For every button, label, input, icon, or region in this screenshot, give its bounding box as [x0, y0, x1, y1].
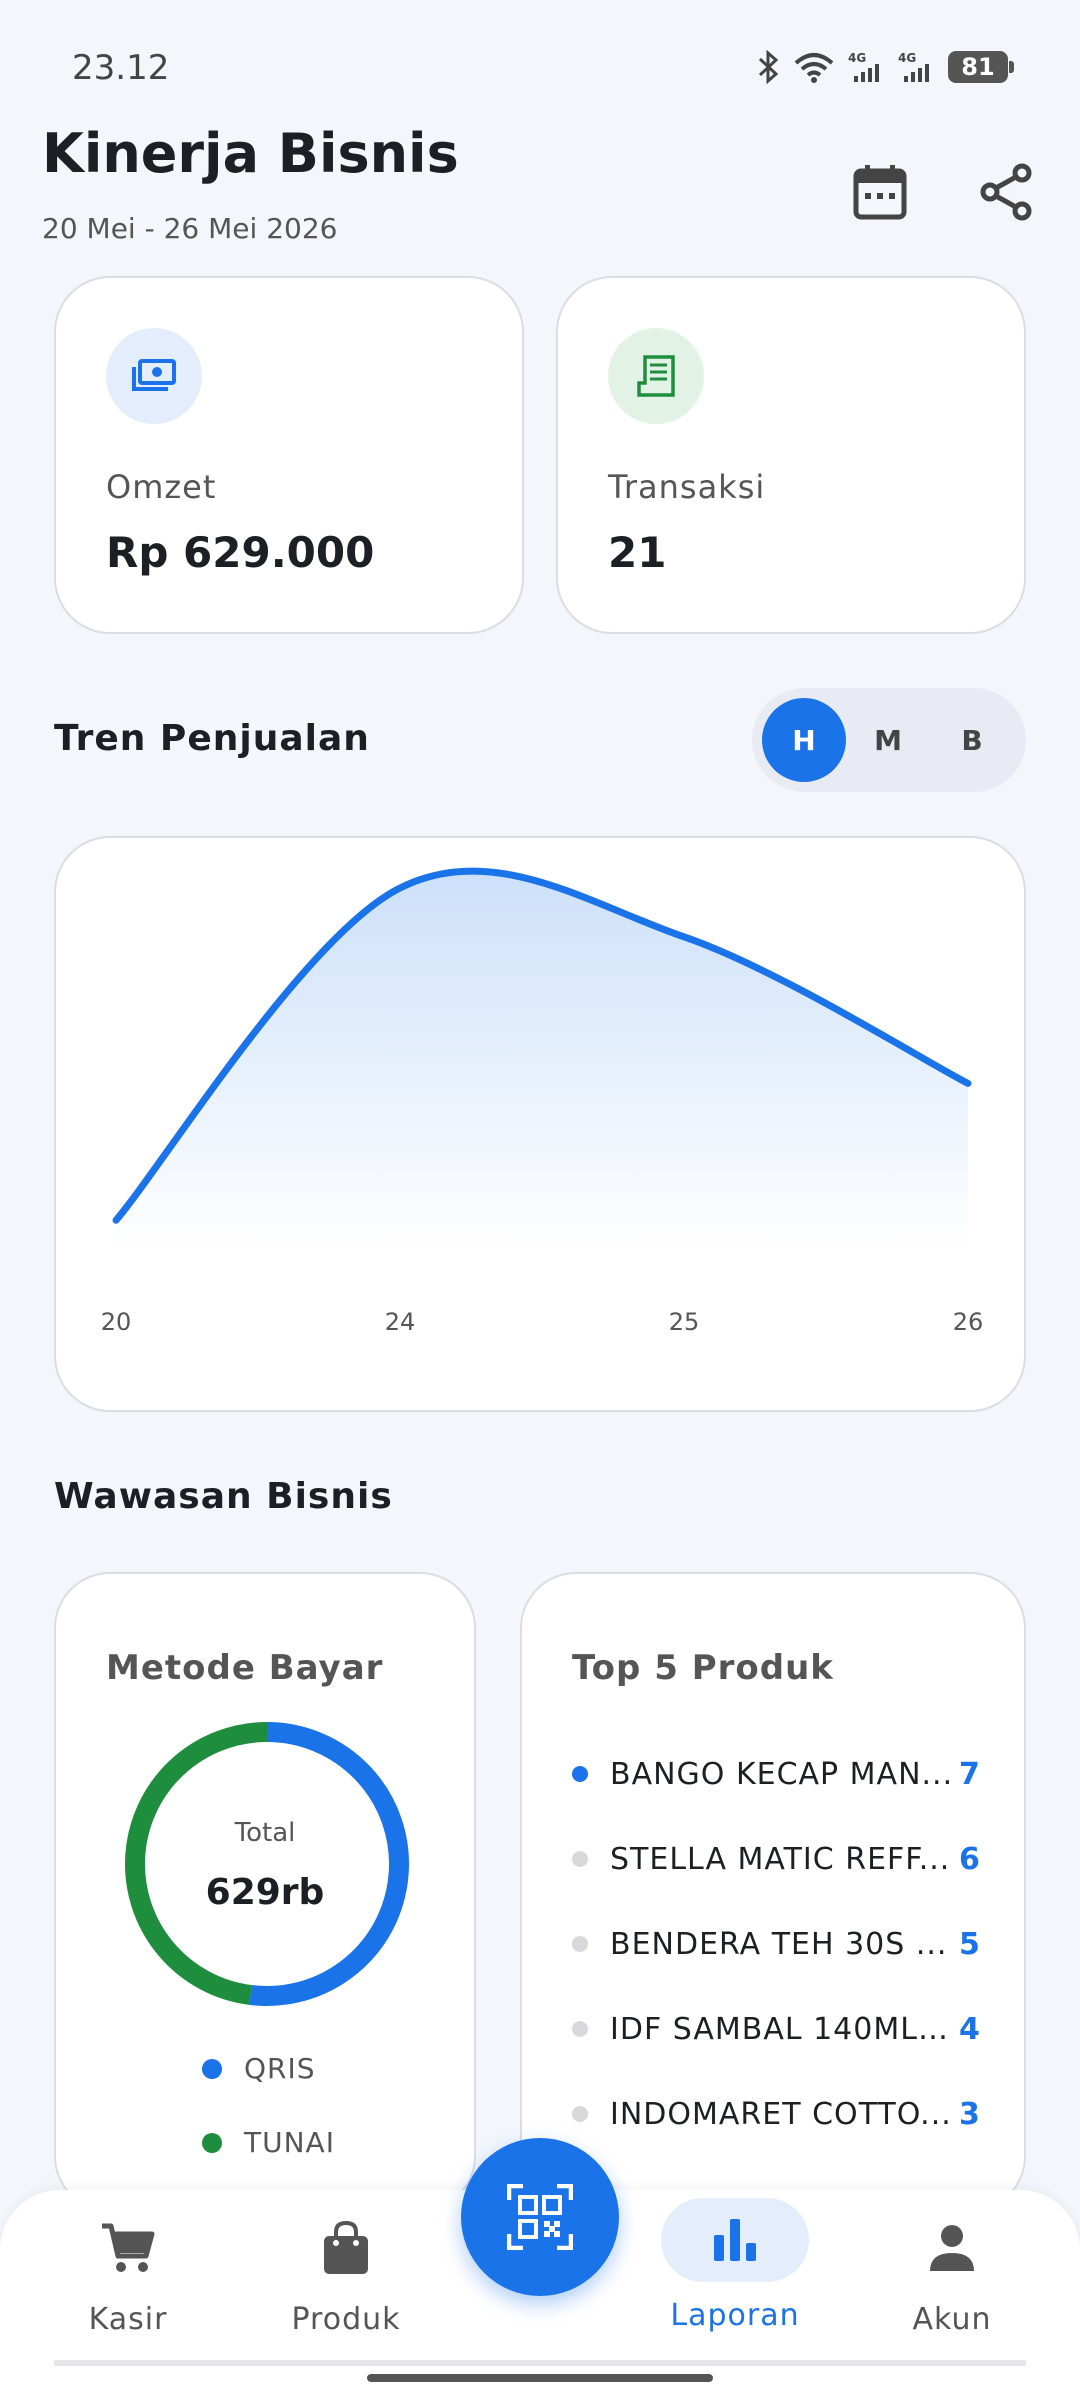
trend-area-fill: [116, 871, 968, 1250]
product-name: IDF SAMBAL 140ML ...: [610, 2011, 955, 2047]
nav-produk[interactable]: Produk: [256, 2190, 436, 2337]
insights-title: Wawasan Bisnis: [54, 1476, 393, 1517]
nav-bottom-strip: [54, 2360, 1026, 2366]
nav-kasir-label: Kasir: [88, 2302, 168, 2337]
receipt-icon: [608, 328, 704, 424]
payment-donut: [125, 1722, 409, 2006]
date-range: 20 Mei - 26 Mei 2026: [42, 212, 338, 245]
product-row-5[interactable]: INDOMARET COTTO... 3: [572, 2094, 1032, 2134]
legend-qris: QRIS: [202, 2052, 316, 2085]
tunai-dot: [202, 2132, 222, 2153]
donut-total-label: Total: [234, 1818, 296, 1848]
product-name: STELLA MATIC REFF...: [610, 1841, 951, 1877]
product-count: 7: [959, 1756, 980, 1792]
product-dot: [572, 1766, 588, 1782]
status-icons: 4G 4G 81: [756, 50, 1014, 84]
wifi-icon: [794, 53, 834, 83]
x-tick-label: 20: [100, 1308, 132, 1336]
bluetooth-icon: [758, 50, 779, 84]
nav-laporan-label: Laporan: [670, 2298, 800, 2333]
period-option-m[interactable]: M: [846, 698, 930, 782]
product-row-1[interactable]: BANGO KECAP MAN... 7: [572, 1754, 1032, 1794]
qr-scan-icon: [507, 2184, 573, 2250]
nav-laporan[interactable]: Laporan: [645, 2190, 825, 2333]
page-title: Kinerja Bisnis: [42, 122, 459, 185]
transaksi-label: Transaksi: [608, 468, 766, 506]
status-time: 23.12: [72, 48, 170, 88]
bag-icon: [256, 2210, 436, 2286]
nav-akun[interactable]: Akun: [862, 2190, 1042, 2337]
x-tick-label: 24: [384, 1308, 416, 1336]
product-row-3[interactable]: BENDERA TEH 30S ... 5: [572, 1924, 1032, 1964]
product-name: BENDERA TEH 30S ...: [610, 1926, 948, 1962]
signal-4g-icon: 4G: [848, 51, 879, 82]
product-dot: [572, 2106, 588, 2122]
product-dot: [572, 1936, 588, 1952]
period-selector: H M B: [752, 688, 1026, 792]
product-dot: [572, 2021, 588, 2037]
trend-chart-card: 20 24 25 26: [54, 836, 1026, 1412]
product-count: 6: [959, 1841, 980, 1877]
share-button[interactable]: [966, 152, 1046, 232]
donut-total-value: 629rb: [205, 1872, 325, 1913]
legend-qris-label: QRIS: [244, 2052, 316, 2085]
product-count: 5: [959, 1926, 980, 1962]
qris-dot: [202, 2058, 222, 2079]
top-products-card: Top 5 Produk BANGO KECAP MAN... 7 STELLA…: [520, 1572, 1026, 2212]
donut-segment-qris: [249, 1722, 409, 2006]
money-icon: [106, 328, 202, 424]
transaksi-value: 21: [608, 528, 667, 577]
product-row-2[interactable]: STELLA MATIC REFF... 6: [572, 1839, 1032, 1879]
x-tick-label: 26: [952, 1308, 984, 1336]
trend-chart: [112, 867, 972, 1250]
product-count: 3: [959, 2096, 980, 2132]
product-row-4[interactable]: IDF SAMBAL 140ML ... 4: [572, 2009, 1032, 2049]
battery-indicator: 81: [948, 51, 1014, 83]
top-products-title: Top 5 Produk: [572, 1648, 834, 1688]
product-dot: [572, 1851, 588, 1867]
share-icon: [980, 163, 1032, 221]
qr-scan-button[interactable]: [461, 2138, 619, 2296]
x-tick-label: 25: [668, 1308, 700, 1336]
nav-akun-label: Akun: [912, 2302, 992, 2337]
donut-segment-tunai: [125, 1722, 268, 2005]
legend-tunai-label: TUNAI: [244, 2126, 335, 2159]
period-option-b[interactable]: B: [930, 698, 1014, 782]
home-indicator: [367, 2374, 713, 2382]
cart-icon: [38, 2210, 218, 2286]
payment-method-card: Metode Bayar Total 629rb QRIS TUNAI: [54, 1572, 476, 2212]
signal-4g-icon-2: 4G: [898, 51, 929, 82]
period-option-h[interactable]: H: [762, 698, 846, 782]
svg-text:4G: 4G: [848, 51, 866, 65]
omzet-value: Rp 629.000: [106, 528, 375, 577]
omzet-card[interactable]: Omzet Rp 629.000: [54, 276, 524, 634]
person-icon: [862, 2210, 1042, 2286]
omzet-label: Omzet: [106, 468, 217, 506]
product-name: INDOMARET COTTO...: [610, 2096, 952, 2132]
calendar-button[interactable]: [840, 152, 920, 232]
nav-produk-label: Produk: [291, 2302, 401, 2337]
legend-tunai: TUNAI: [202, 2126, 335, 2159]
bar-chart-icon: [661, 2198, 809, 2282]
product-count: 4: [959, 2011, 980, 2047]
trend-title: Tren Penjualan: [54, 718, 370, 759]
payment-method-title: Metode Bayar: [106, 1648, 384, 1688]
nav-kasir[interactable]: Kasir: [38, 2190, 218, 2337]
transaksi-card[interactable]: Transaksi 21: [556, 276, 1026, 634]
svg-text:4G: 4G: [898, 51, 916, 65]
product-name: BANGO KECAP MAN...: [610, 1756, 954, 1792]
calendar-icon: [853, 165, 907, 220]
